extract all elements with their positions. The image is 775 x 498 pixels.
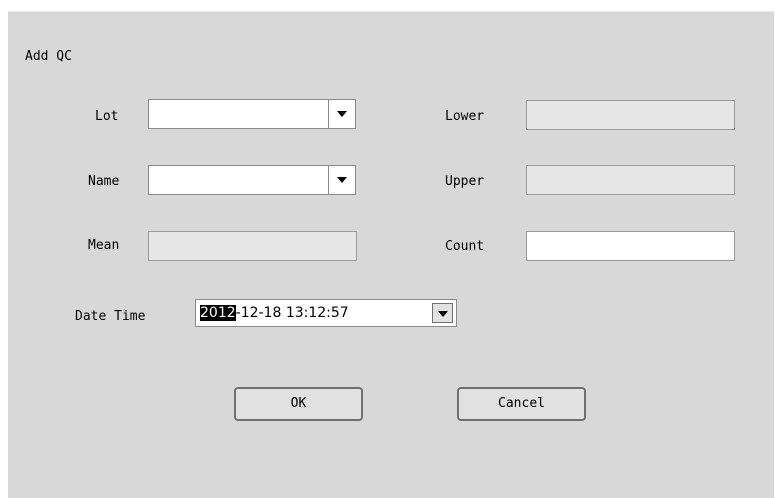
mean-label: Mean [88, 238, 120, 253]
datetime-year-segment[interactable]: 2012 [200, 305, 236, 321]
lot-label: Lot [95, 109, 119, 124]
name-combobox[interactable] [148, 165, 356, 195]
mean-field [148, 231, 357, 261]
name-label: Name [88, 174, 120, 189]
upper-field [526, 165, 735, 195]
ok-button[interactable]: OK [234, 387, 363, 421]
datetime-rest-segment[interactable]: -12-18 13:12:57 [236, 305, 349, 321]
lower-field [526, 100, 735, 130]
cancel-button[interactable]: Cancel [457, 387, 586, 421]
dialog-title: Add QC [25, 49, 72, 64]
name-dropdown-button[interactable] [328, 166, 355, 194]
count-label: Count [445, 239, 485, 254]
lot-combobox[interactable] [148, 99, 356, 129]
datetime-dropdown-button[interactable] [432, 303, 453, 323]
datetime-label: Date Time [75, 309, 146, 324]
count-field[interactable] [526, 231, 735, 261]
lot-dropdown-button[interactable] [328, 100, 355, 128]
lower-label: Lower [445, 109, 485, 124]
datetime-picker[interactable]: 2012-12-18 13:12:57 [195, 299, 457, 327]
upper-label: Upper [445, 174, 485, 189]
add-qc-dialog: Add QC Lot Name Mean Lower Upper Count D… [8, 11, 774, 498]
